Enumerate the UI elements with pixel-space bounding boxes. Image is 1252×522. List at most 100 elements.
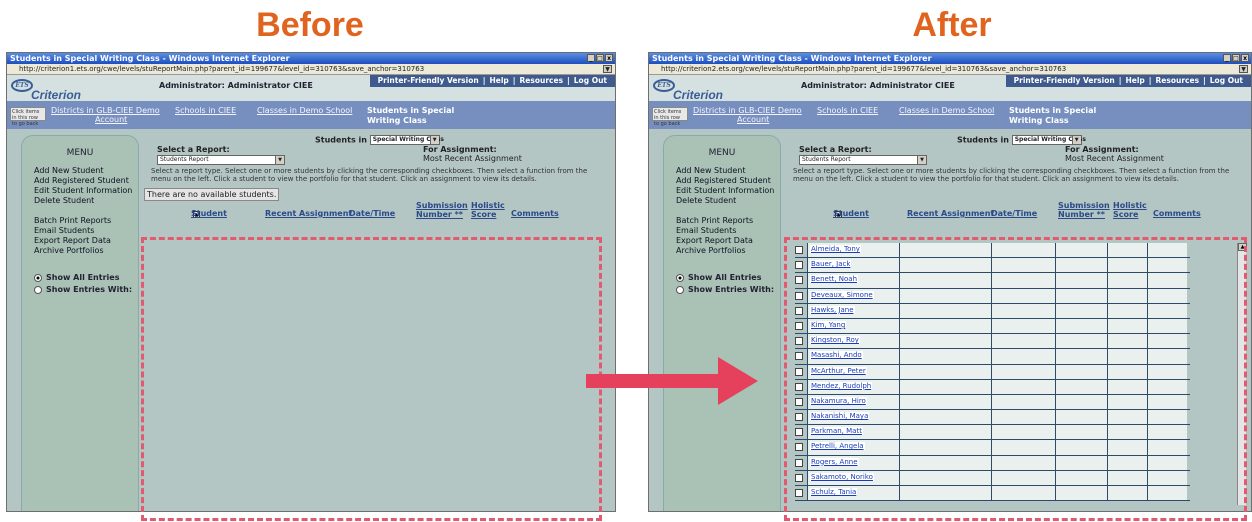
radio-icon[interactable] bbox=[34, 286, 42, 294]
window-title: Students in Special Writing Class - Wind… bbox=[10, 54, 290, 63]
select-report-label: Select a Report: bbox=[157, 145, 230, 154]
select-report-label: Select a Report: bbox=[799, 145, 872, 154]
menu-delete-student[interactable]: Delete Student bbox=[34, 196, 138, 206]
arrow-head bbox=[718, 357, 758, 405]
after-heading: After bbox=[912, 6, 992, 44]
menu-add-registered-student[interactable]: Add Registered Student bbox=[34, 176, 138, 186]
resources-link[interactable]: Resources bbox=[1156, 76, 1200, 85]
menu-edit-student-info[interactable]: Edit Student Information bbox=[676, 186, 780, 196]
table-header: Student ▲ Recent Assignment Date/Time Sub… bbox=[191, 201, 559, 219]
help-link[interactable]: Help bbox=[489, 76, 508, 85]
class-select[interactable]: Special Writing Class ▼ bbox=[1011, 135, 1086, 145]
window-titlebar: Students in Special Writing Class - Wind… bbox=[649, 53, 1251, 64]
menu-batch-print[interactable]: Batch Print Reports bbox=[34, 216, 138, 226]
side-menu: MENU Add New Student Add Registered Stud… bbox=[663, 135, 781, 511]
menu-add-registered-student[interactable]: Add Registered Student bbox=[676, 176, 780, 186]
radio-selected-icon[interactable] bbox=[34, 274, 42, 282]
admin-label: Administrator: Administrator CIEE bbox=[801, 81, 955, 90]
students-in-row: Students in Special Writing Class ▼ bbox=[957, 135, 1086, 145]
resources-link[interactable]: Resources bbox=[520, 76, 564, 85]
maximize-icon[interactable]: □ bbox=[1232, 54, 1240, 62]
criterion-logo: Criterion bbox=[673, 88, 724, 102]
no-students-message: There are no available students. bbox=[144, 188, 280, 201]
help-link[interactable]: Help bbox=[1125, 76, 1144, 85]
url-text: http://criterion2.ets.org/cwe/levels/stu… bbox=[661, 65, 1067, 73]
crumb-schools[interactable]: Schools in CIEE bbox=[817, 106, 878, 115]
menu-email-students[interactable]: Email Students bbox=[676, 226, 780, 236]
col-date-time[interactable]: Date/Time bbox=[991, 209, 1037, 218]
chevron-down-icon: ▼ bbox=[1071, 136, 1081, 144]
menu-title: MENU bbox=[66, 148, 94, 158]
menu-add-new-student[interactable]: Add New Student bbox=[34, 166, 138, 176]
logout-link[interactable]: Log Out bbox=[574, 76, 607, 85]
header-band: ETS Criterion Administrator: Administrat… bbox=[649, 75, 1251, 102]
click-hint: Click items in this row to go back bbox=[10, 107, 46, 127]
crumb-schools[interactable]: Schools in CIEE bbox=[175, 106, 236, 115]
logout-link[interactable]: Log Out bbox=[1210, 76, 1243, 85]
report-select[interactable]: Students Report ▼ bbox=[157, 155, 285, 165]
minimize-icon[interactable]: _ bbox=[1223, 54, 1231, 62]
col-recent-assignment[interactable]: Recent Assignment bbox=[907, 209, 994, 218]
chevron-down-icon: ▼ bbox=[275, 156, 284, 164]
menu-export-data[interactable]: Export Report Data bbox=[34, 236, 138, 246]
address-bar[interactable]: http://criterion2.ets.org/cwe/levels/stu… bbox=[649, 64, 1251, 75]
crumb-classes[interactable]: Classes in Demo School bbox=[899, 106, 994, 115]
admin-label: Administrator: Administrator CIEE bbox=[159, 81, 313, 90]
menu-add-new-student[interactable]: Add New Student bbox=[676, 166, 780, 176]
minimize-icon[interactable]: _ bbox=[587, 54, 595, 62]
maximize-icon[interactable]: □ bbox=[596, 54, 604, 62]
ets-logo: ETS bbox=[653, 79, 675, 92]
col-comments[interactable]: Comments bbox=[1153, 209, 1201, 218]
chevron-down-icon: ▼ bbox=[429, 136, 439, 144]
menu-email-students[interactable]: Email Students bbox=[34, 226, 138, 236]
address-bar[interactable]: http://criterion1.ets.org/cwe/levels/stu… bbox=[7, 64, 615, 75]
chevron-down-icon: ▼ bbox=[917, 156, 926, 164]
menu-archive-portfolios[interactable]: Archive Portfolios bbox=[676, 246, 780, 256]
col-date-time[interactable]: Date/Time bbox=[349, 209, 395, 218]
class-select[interactable]: Special Writing Class ▼ bbox=[369, 135, 444, 145]
crumb-classes[interactable]: Classes in Demo School bbox=[257, 106, 352, 115]
menu-edit-student-info[interactable]: Edit Student Information bbox=[34, 186, 138, 196]
radio-icon[interactable] bbox=[676, 286, 684, 294]
crumb-districts[interactable]: Districts in GLB-CIEE Demo Account bbox=[693, 106, 802, 124]
breadcrumb: Click items in this row to go back Distr… bbox=[649, 101, 1251, 129]
breadcrumb: Click items in this row to go back Distr… bbox=[7, 101, 615, 129]
click-hint: Click items in this row to go back bbox=[652, 107, 688, 127]
after-highlight-box bbox=[784, 237, 1247, 521]
show-all-radio[interactable]: Show All Entries bbox=[676, 272, 780, 284]
menu-delete-student[interactable]: Delete Student bbox=[676, 196, 780, 206]
printer-friendly-link[interactable]: Printer-Friendly Version bbox=[1014, 76, 1115, 85]
menu-batch-print[interactable]: Batch Print Reports bbox=[676, 216, 780, 226]
close-icon[interactable]: x bbox=[1241, 54, 1249, 62]
crumb-districts[interactable]: Districts in GLB-CIEE Demo Account bbox=[51, 106, 160, 124]
menu-archive-portfolios[interactable]: Archive Portfolios bbox=[34, 246, 138, 256]
col-comments[interactable]: Comments bbox=[511, 209, 559, 218]
before-heading: Before bbox=[256, 6, 364, 44]
arrow-icon bbox=[586, 357, 758, 405]
show-all-radio[interactable]: Show All Entries bbox=[34, 272, 138, 284]
chevron-down-icon[interactable]: ▼ bbox=[603, 65, 612, 73]
crumb-current: Students in Special Writing Class bbox=[367, 106, 455, 125]
arrow-shaft bbox=[586, 374, 726, 388]
crumb-current: Students in Special Writing Class bbox=[1009, 106, 1097, 125]
show-with-radio[interactable]: Show Entries With: bbox=[676, 284, 780, 296]
report-select-wrap: Students Report ▼ bbox=[157, 155, 285, 165]
chevron-down-icon[interactable]: ▼ bbox=[1239, 65, 1248, 73]
radio-selected-icon[interactable] bbox=[676, 274, 684, 282]
printer-friendly-link[interactable]: Printer-Friendly Version bbox=[378, 76, 479, 85]
side-menu: MENU Add New Student Add Registered Stud… bbox=[21, 135, 139, 511]
show-with-radio[interactable]: Show Entries With: bbox=[34, 284, 138, 296]
window-titlebar: Students in Special Writing Class - Wind… bbox=[7, 53, 615, 64]
col-student[interactable]: Student ▲ bbox=[833, 209, 869, 218]
top-nav: Printer-Friendly Version | Help | Resources |… bbox=[369, 75, 615, 87]
instructions: Select a report type. Select one or more… bbox=[151, 167, 588, 183]
col-recent-assignment[interactable]: Recent Assignment bbox=[265, 209, 352, 218]
col-student[interactable]: Student ▲ bbox=[191, 209, 227, 218]
menu-title: MENU bbox=[708, 148, 736, 158]
menu-export-data[interactable]: Export Report Data bbox=[676, 236, 780, 246]
criterion-logo: Criterion bbox=[31, 88, 82, 102]
close-icon[interactable]: x bbox=[605, 54, 613, 62]
url-text: http://criterion1.ets.org/cwe/levels/stu… bbox=[19, 65, 425, 73]
report-select[interactable]: Students Report ▼ bbox=[799, 155, 927, 165]
report-select-wrap: Students Report ▼ bbox=[799, 155, 927, 165]
